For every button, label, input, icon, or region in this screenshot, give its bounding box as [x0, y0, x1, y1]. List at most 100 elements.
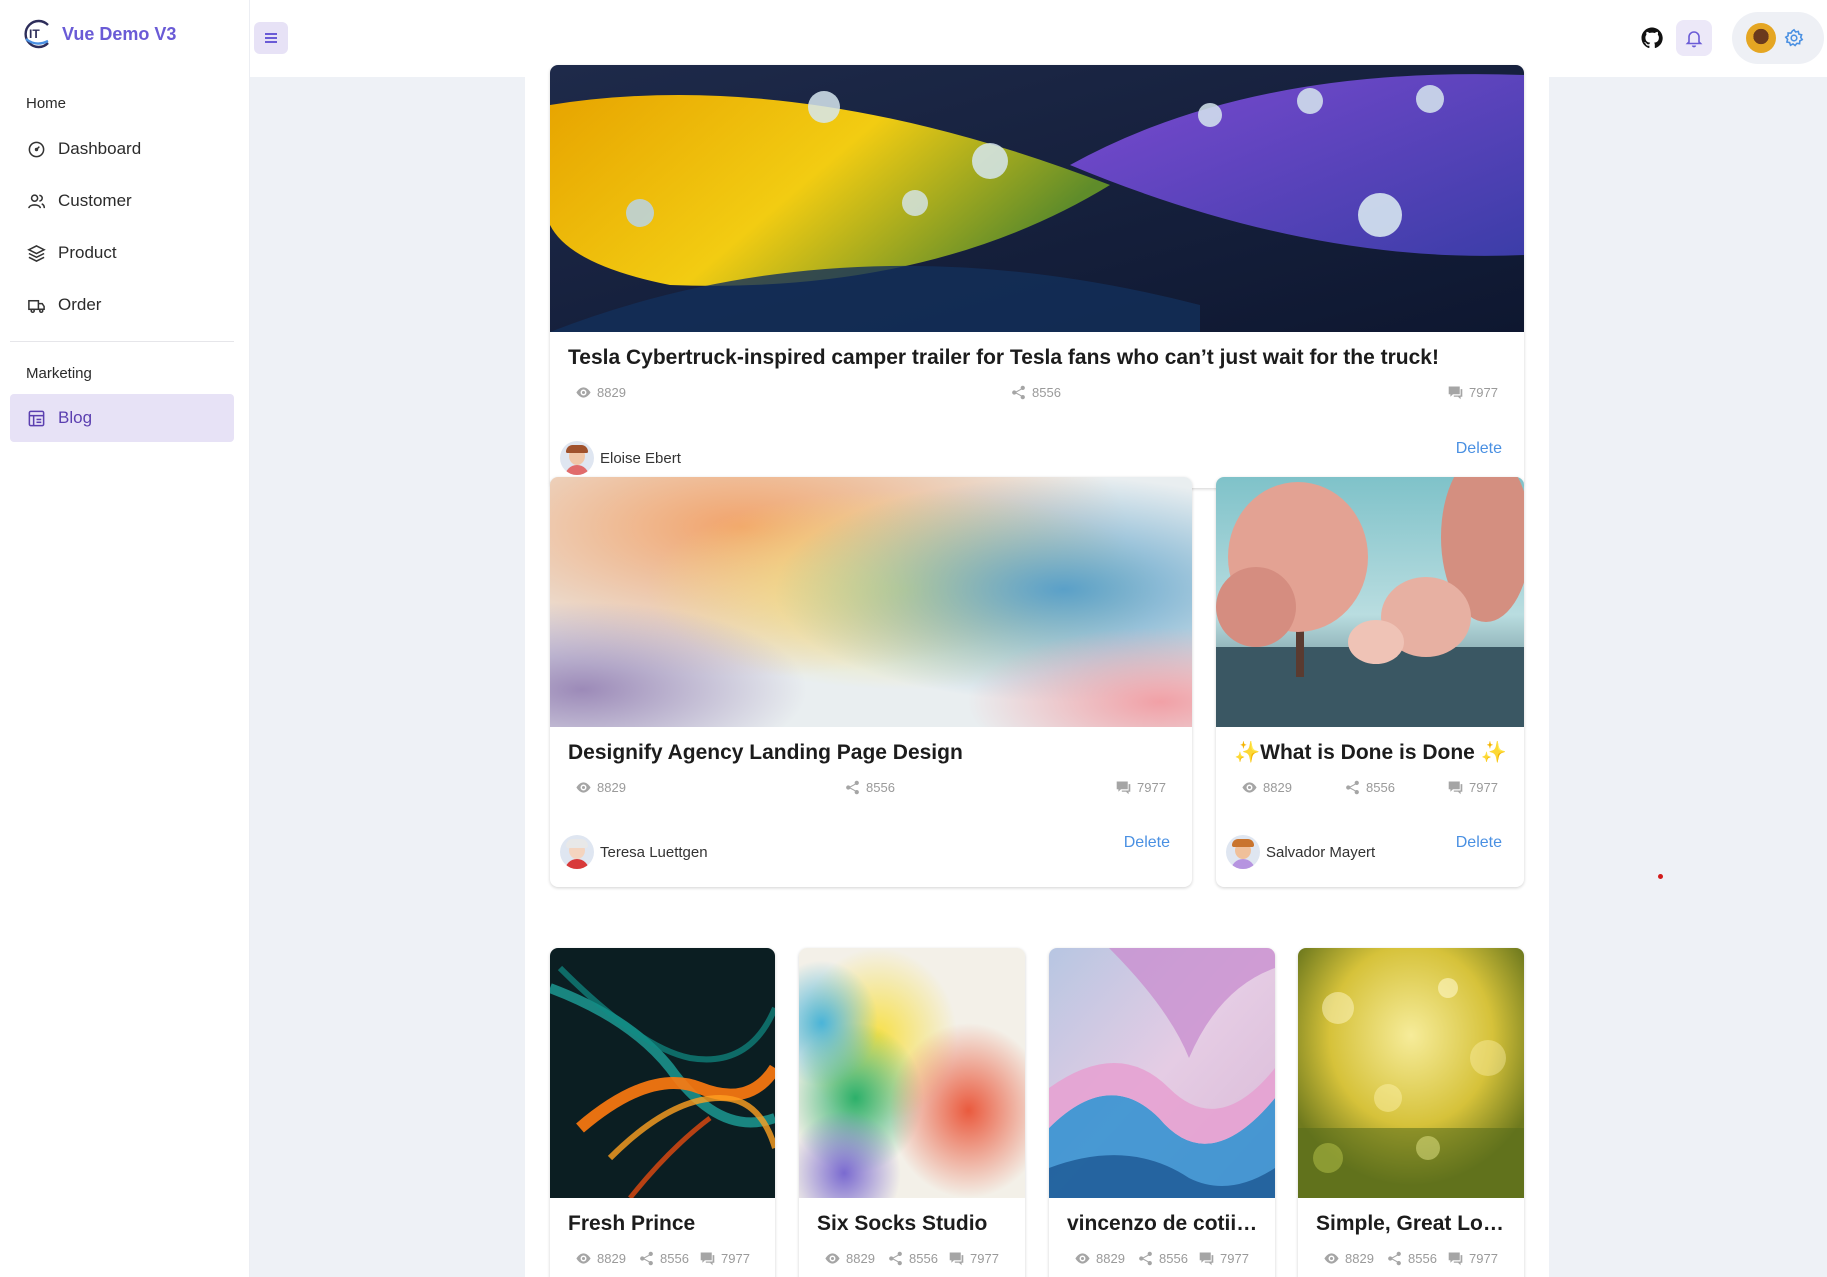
blog-card[interactable]: Six Socks Studio 8829 8556 7977	[799, 948, 1025, 1277]
delete-button[interactable]: Delete	[1124, 834, 1170, 852]
post-title[interactable]: Simple, Great Loo...	[1316, 1212, 1512, 1236]
nav-divider	[10, 341, 234, 342]
comments-stat: 7977	[1115, 779, 1166, 796]
share-icon	[1139, 1251, 1152, 1266]
post-title[interactable]: Fresh Prince	[568, 1212, 763, 1236]
post-image	[799, 948, 1025, 1198]
shares-count: 8556	[1408, 1251, 1437, 1266]
views-stat: 8829	[1323, 1250, 1374, 1267]
avatar	[560, 835, 594, 869]
dashboard-gauge-icon	[28, 141, 45, 157]
shares-stat: 8556	[638, 1250, 689, 1267]
blog-card[interactable]: ✨What is Done is Done ✨ 8829 8556 7977 S…	[1216, 477, 1524, 887]
avatar	[1226, 835, 1260, 869]
post-title[interactable]: vincenzo de cotiis...	[1067, 1212, 1263, 1236]
github-link[interactable]	[1636, 22, 1668, 54]
comments-stat: 7977	[1447, 1250, 1498, 1267]
comments-count: 7977	[970, 1251, 999, 1266]
gear-icon[interactable]	[1784, 28, 1804, 48]
sidebar-item-dashboard[interactable]: Dashboard	[10, 125, 234, 173]
sidebar-item-label: Dashboard	[58, 139, 142, 158]
notifications-button[interactable]	[1676, 20, 1712, 56]
blog-content: Tesla Cybertruck-inspired camper trailer…	[525, 65, 1549, 1277]
blog-card[interactable]: Designify Agency Landing Page Design 882…	[550, 477, 1192, 887]
comments-count: 7977	[1469, 385, 1498, 400]
sidebar-item-blog[interactable]: Blog	[10, 394, 234, 442]
eye-icon	[576, 387, 591, 398]
eye-icon	[825, 1253, 840, 1264]
bell-icon	[1685, 31, 1703, 48]
avatar[interactable]	[1746, 23, 1776, 53]
share-icon	[640, 1251, 653, 1266]
comments-count: 7977	[1137, 780, 1166, 795]
views-stat: 8829	[575, 1250, 626, 1267]
layers-icon	[27, 244, 46, 262]
views-count: 8829	[597, 1251, 626, 1266]
share-icon	[1012, 385, 1025, 400]
comments-count: 7977	[1469, 1251, 1498, 1266]
delete-button[interactable]: Delete	[1456, 834, 1502, 852]
post-image	[550, 948, 775, 1198]
views-stat: 8829	[575, 384, 626, 401]
share-icon	[1388, 1251, 1401, 1266]
nav-group-marketing: Marketing	[26, 365, 92, 382]
post-author: Teresa Luettgen	[560, 835, 708, 869]
post-image	[1216, 477, 1524, 727]
comments-stat: 7977	[699, 1250, 750, 1267]
post-image	[1298, 948, 1524, 1198]
views-count: 8829	[1096, 1251, 1125, 1266]
avatar	[560, 441, 594, 475]
post-image	[550, 65, 1524, 332]
blog-card[interactable]: Simple, Great Loo... 8829 8556 7977	[1298, 948, 1524, 1277]
shares-count: 8556	[660, 1251, 689, 1266]
post-title[interactable]: Tesla Cybertruck-inspired camper trailer…	[568, 346, 1508, 370]
share-icon	[889, 1251, 902, 1266]
author-name: Teresa Luettgen	[600, 843, 708, 861]
comments-count: 7977	[721, 1251, 750, 1266]
sidebar-item-order[interactable]: Order	[10, 281, 234, 329]
post-image	[550, 477, 1192, 727]
delete-button[interactable]: Delete	[1456, 440, 1502, 458]
comments-icon	[1448, 781, 1463, 795]
comments-count: 7977	[1469, 780, 1498, 795]
views-count: 8829	[1263, 780, 1292, 795]
eye-icon	[576, 1253, 591, 1264]
nav-group-home: Home	[26, 95, 67, 112]
post-title[interactable]: Six Socks Studio	[817, 1212, 1013, 1236]
menu-toggle-button[interactable]	[254, 22, 288, 54]
views-count: 8829	[1345, 1251, 1374, 1266]
sidebar-item-label: Blog	[58, 408, 93, 427]
shares-count: 8556	[1032, 385, 1061, 400]
comments-count: 7977	[1220, 1251, 1249, 1266]
comments-stat: 7977	[1447, 384, 1498, 401]
post-title[interactable]: ✨What is Done is Done ✨	[1234, 741, 1508, 765]
eye-icon	[1324, 1253, 1339, 1264]
shares-stat: 8556	[1386, 1250, 1437, 1267]
views-stat: 8829	[1074, 1250, 1125, 1267]
author-name: Eloise Ebert	[600, 449, 681, 467]
blog-card[interactable]: Tesla Cybertruck-inspired camper trailer…	[550, 65, 1524, 488]
comments-stat: 7977	[1198, 1250, 1249, 1267]
post-author: Salvador Mayert	[1226, 835, 1375, 869]
users-icon	[28, 193, 46, 208]
views-count: 8829	[846, 1251, 875, 1266]
user-menu[interactable]	[1732, 12, 1824, 64]
post-title[interactable]: Designify Agency Landing Page Design	[568, 741, 1176, 765]
shares-stat: 8556	[844, 779, 895, 796]
comments-icon	[1448, 386, 1463, 400]
views-stat: 8829	[1241, 779, 1292, 796]
shares-stat: 8556	[887, 1250, 938, 1267]
shares-count: 8556	[909, 1251, 938, 1266]
share-icon	[1346, 780, 1359, 795]
sidebar-item-customer[interactable]: Customer	[10, 177, 234, 225]
sidebar-item-product[interactable]: Product	[10, 229, 234, 277]
shares-count: 8556	[1366, 780, 1395, 795]
shares-stat: 8556	[1010, 384, 1061, 401]
blog-card[interactable]: Fresh Prince 8829 8556 7977	[550, 948, 775, 1277]
blog-card[interactable]: vincenzo de cotiis... 8829 8556 7977	[1049, 948, 1275, 1277]
sidebar-item-label: Order	[58, 295, 102, 314]
cursor-dot	[1658, 874, 1663, 879]
comments-icon	[1116, 781, 1131, 795]
post-image	[1049, 948, 1275, 1198]
brand[interactable]: IT Vue Demo V3	[22, 14, 176, 54]
